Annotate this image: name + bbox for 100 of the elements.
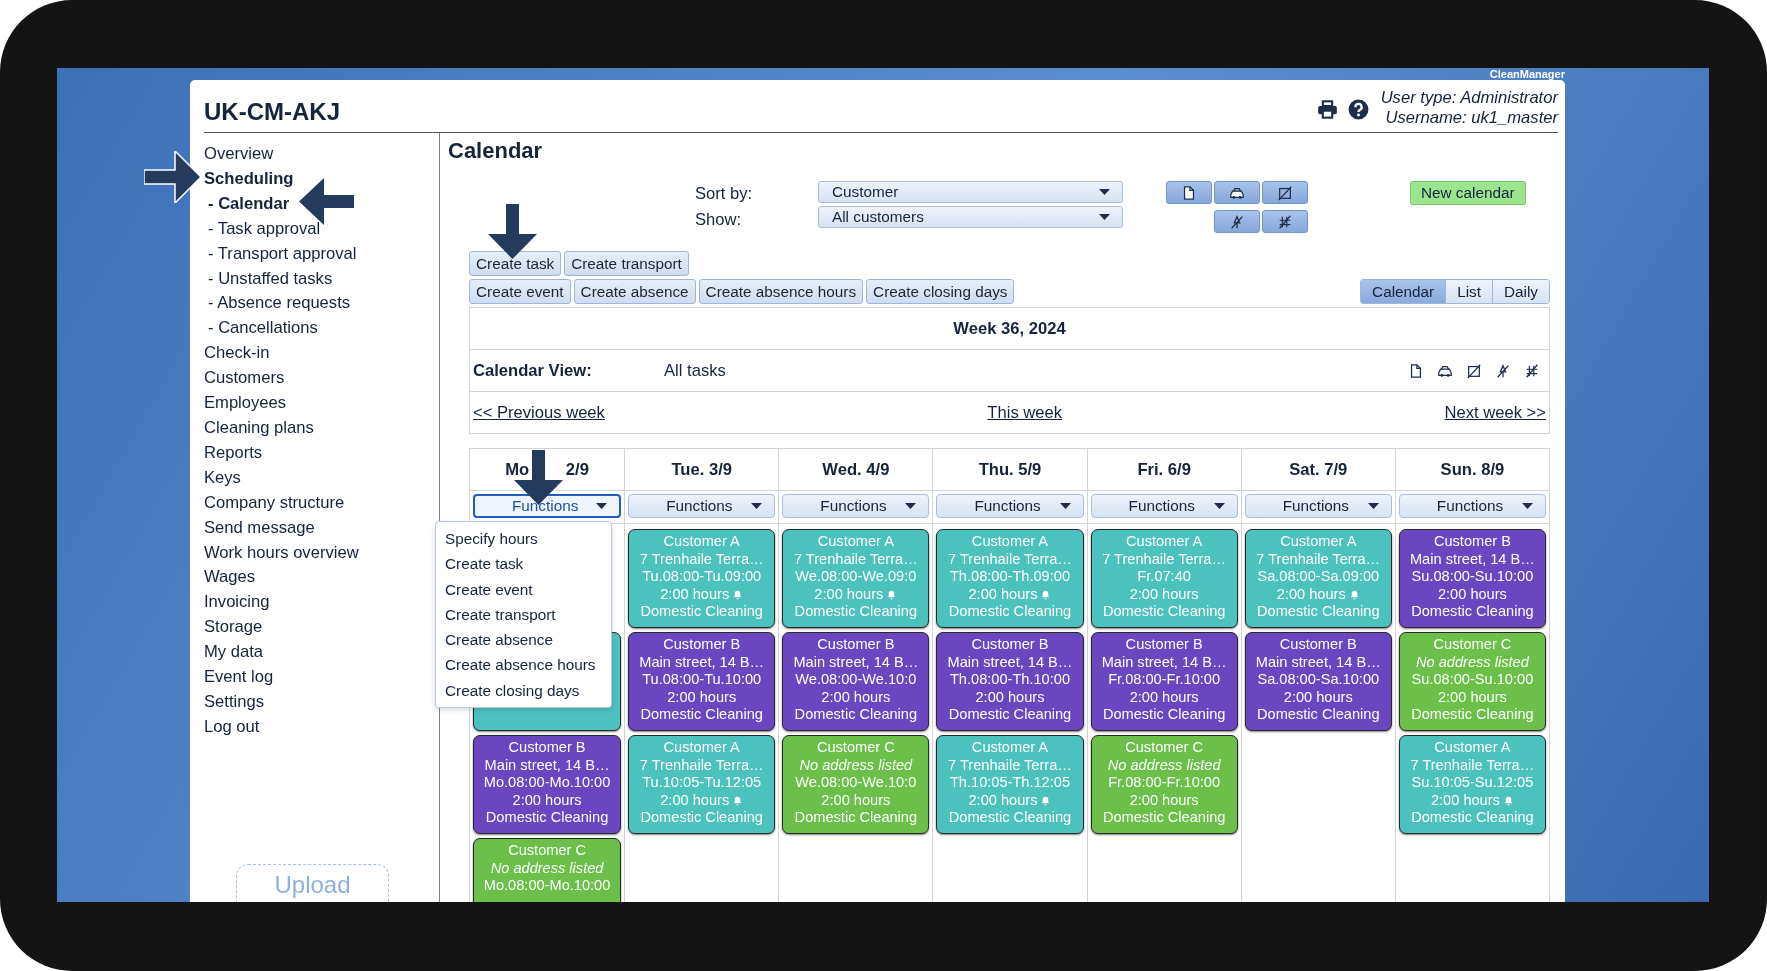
day-header: Wed. 4/9 <box>822 459 890 480</box>
nav-item[interactable]: Customers <box>204 366 439 392</box>
nav-item[interactable]: - Absence requests <box>204 291 439 317</box>
menu-item[interactable]: Create task <box>445 551 611 577</box>
filter-button[interactable] <box>1214 181 1260 204</box>
functions-dropdown[interactable]: Functions <box>473 494 622 518</box>
sort-dropdown[interactable]: Customer <box>818 181 1123 203</box>
nav-item[interactable]: Storage <box>204 615 439 641</box>
new-calendar-button[interactable]: New calendar <box>1410 181 1526 205</box>
nav-item[interactable]: Send message <box>204 515 439 541</box>
task-time: Fr.08:00-Fr.10:00 <box>1107 774 1222 792</box>
customer-name: Customer C <box>1124 739 1205 757</box>
nav-item[interactable]: Cleaning plans <box>204 415 439 441</box>
filter-button[interactable] <box>1262 181 1308 204</box>
nav-item[interactable]: Employees <box>204 391 439 416</box>
create-button[interactable]: Create transport <box>564 251 689 276</box>
task-address: Main street, 14 B… <box>483 756 611 775</box>
nav-item[interactable]: Event log <box>204 665 439 690</box>
task-hours: 2:00 hours <box>660 585 730 604</box>
create-button[interactable]: Create absence hours <box>698 279 864 304</box>
create-button[interactable]: Create event <box>469 279 571 304</box>
slashed-square-icon <box>1277 184 1293 201</box>
menu-item[interactable]: Specify hours <box>445 526 611 552</box>
field-label: Show: <box>695 209 743 231</box>
nav-item[interactable]: Invoicing <box>204 590 439 616</box>
nav-item[interactable]: My data <box>204 640 439 666</box>
menu-item[interactable]: Create absence <box>445 627 611 653</box>
menu-item[interactable]: Create event <box>445 576 611 602</box>
field-label: Sort by: <box>695 183 754 205</box>
functions-dropdown[interactable]: Functions <box>628 494 776 518</box>
show-dropdown[interactable]: All customers <box>818 206 1123 228</box>
filter-button[interactable] <box>1166 181 1212 204</box>
nav-item[interactable]: Wages <box>204 565 439 591</box>
nav-item[interactable]: Company structure <box>204 490 439 516</box>
task-address: 7 Trenhaile Terra… <box>1409 756 1536 775</box>
task-service: Domestic Cleaning <box>639 706 764 724</box>
nav-item[interactable]: Settings <box>204 689 439 715</box>
view-tab[interactable]: Daily <box>1492 280 1549 303</box>
functions-dropdown[interactable]: Functions <box>936 494 1084 518</box>
task-address: Main street, 14 B… <box>638 653 766 672</box>
functions-dropdown[interactable]: Functions <box>1090 494 1238 518</box>
nav-item[interactable]: Check-in <box>204 341 439 367</box>
nav-item[interactable]: Work hours overview <box>204 540 439 566</box>
task-hours: 2:00 hours <box>512 791 582 810</box>
task-card[interactable]: Customer B Main street, 14 B… We.08:00-We.10:0 2:00 hours Domestic Cleaning <box>782 632 930 731</box>
task-address: Main street, 14 B… <box>792 653 920 672</box>
nav-item[interactable]: Scheduling <box>204 166 439 192</box>
nav-item[interactable]: - Calendar <box>204 191 439 217</box>
nav-item[interactable]: Keys <box>204 465 439 491</box>
functions-dropdown[interactable]: Functions <box>1244 494 1392 518</box>
task-hours: 2:00 hours <box>975 688 1045 707</box>
previous-week-link[interactable]: << Previous week <box>473 402 605 423</box>
nav-item[interactable]: - Task approval <box>204 216 439 242</box>
task-time: Tu.08:00-Tu.09:00 <box>641 568 763 586</box>
this-week-link[interactable]: This week <box>987 402 1063 423</box>
task-card[interactable]: Customer B Main street, 14 B… Th.08:00-Th.10:00 2:00 hours Domestic Cleaning <box>936 632 1084 731</box>
field-value: All tasks <box>664 360 726 381</box>
task-hours: 2:00 hours <box>1129 585 1199 604</box>
page-title: Calendar <box>448 137 544 165</box>
view-tab[interactable]: Calendar <box>1361 280 1446 303</box>
filter-button[interactable] <box>1262 210 1308 233</box>
task-time: Fr.07:40 <box>1136 568 1192 586</box>
customer-name: Customer A <box>1433 739 1512 757</box>
task-service: Domestic Cleaning <box>1101 706 1227 724</box>
caret-icon <box>1213 503 1225 509</box>
task-service: Domestic Cleaning <box>947 603 1073 621</box>
task-hours: 2:00 hours <box>1129 688 1199 707</box>
functions-dropdown[interactable]: Functions <box>782 494 930 518</box>
caret-icon <box>905 503 917 509</box>
next-week-link[interactable]: Next week >> <box>1444 402 1546 423</box>
task-hours: 2:00 hours <box>814 585 884 604</box>
create-button[interactable]: Create absence <box>573 279 696 304</box>
task-hours: 2:00 hours <box>968 585 1038 604</box>
functions-dropdown[interactable]: Functions <box>1398 494 1546 518</box>
task-card[interactable]: Customer B Main street, 14 B… Fr.08:00-Fr.10:00 2:00 hours Domestic Cleaning <box>1090 632 1238 731</box>
filter-button[interactable] <box>1214 210 1260 233</box>
nav-item[interactable]: Overview <box>204 142 439 167</box>
create-button[interactable]: Create task <box>469 251 562 276</box>
nav-item[interactable]: - Cancellations <box>204 316 439 342</box>
task-hours: 2:00 hours <box>1437 585 1507 604</box>
day-header: Mo 2/9 <box>505 459 589 480</box>
task-card[interactable]: Customer B Main street, 14 B… Sa.08:00-Sa.10:00 2:00 hours Domestic Cleaning <box>1244 632 1392 731</box>
nav-item[interactable]: - Unstaffed tasks <box>204 266 439 292</box>
customer-name: Customer A <box>970 739 1050 757</box>
task-time: Tu.08:00-Tu.10:00 <box>641 671 763 689</box>
day-header: Sun. 8/9 <box>1440 459 1505 480</box>
task-card[interactable]: Customer B Main street, 14 B… Mo.08:00-Mo.10:00 2:00 hours Domestic Cleaning <box>473 735 622 834</box>
nav-item[interactable]: Log out <box>204 714 439 740</box>
task-card[interactable]: Customer B Main street, 14 B… Su.08:00-Su.10:00 2:00 hours Domestic Cleaning <box>1398 529 1546 628</box>
menu-item[interactable]: Create closing days <box>445 677 611 704</box>
nav-item[interactable]: - Transport approval <box>204 241 439 267</box>
menu-item[interactable]: Create transport <box>445 601 611 628</box>
document-icon <box>1181 184 1197 201</box>
create-button[interactable]: Create closing days <box>866 279 1015 304</box>
customer-name: Customer A <box>662 739 741 757</box>
view-tab[interactable]: List <box>1445 280 1492 303</box>
nav-item[interactable]: Reports <box>204 440 439 466</box>
menu-item[interactable]: Create absence hours <box>445 652 611 678</box>
task-address: No address listed <box>1415 653 1530 672</box>
task-card[interactable]: Customer B Main street, 14 B… Tu.08:00-Tu.10:00 2:00 hours Domestic Cleaning <box>628 632 776 731</box>
